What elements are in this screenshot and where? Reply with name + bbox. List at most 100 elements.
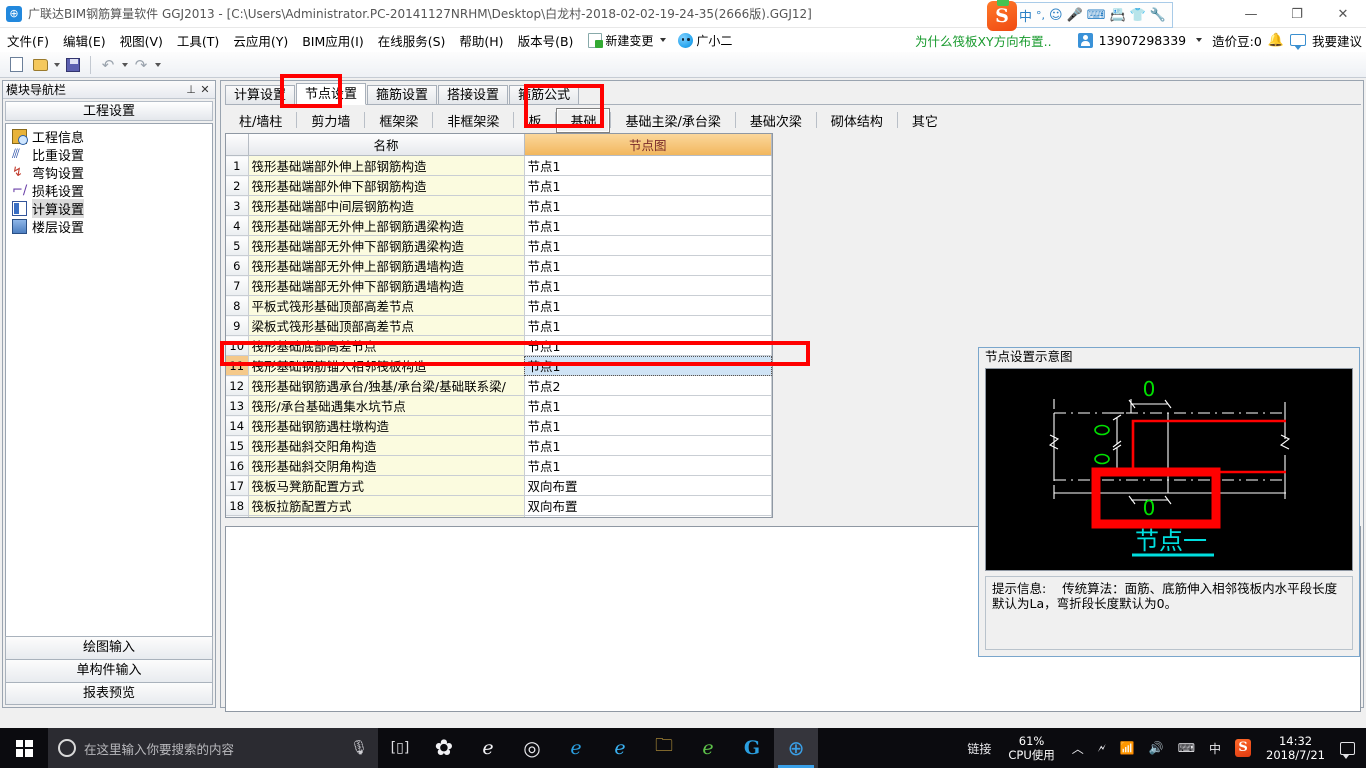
- menu-bim[interactable]: BIM应用(I): [295, 29, 371, 52]
- wifi-icon[interactable]: 📶: [1113, 741, 1142, 755]
- panel-close-icon[interactable]: ✕: [198, 83, 212, 96]
- taskbar-search-box[interactable]: 在这里输入你要搜索的内容 🎙: [48, 728, 378, 768]
- row-name[interactable]: 筏形基础端部无外伸上部钢筋遇梁构造: [248, 215, 525, 236]
- ime-microphone-icon[interactable]: 🎤: [1067, 8, 1083, 23]
- table-row[interactable]: 13 筏形/承台基础遇集水坑节点 节点1: [226, 395, 772, 416]
- row-node[interactable]: 节点1: [524, 255, 772, 276]
- menu-edit[interactable]: 编辑(E): [56, 29, 113, 52]
- row-name[interactable]: 筏形基础钢筋遇柱墩构造: [248, 415, 525, 436]
- green-browser-icon[interactable]: e: [686, 728, 730, 768]
- sidebar-item-floor-settings[interactable]: 楼层设置: [6, 217, 212, 236]
- row-node[interactable]: 节点1: [524, 275, 772, 296]
- table-row[interactable]: 8 平板式筏形基础顶部高差节点 节点1: [226, 295, 772, 316]
- tray-expand-chevron-up-icon[interactable]: ︿: [1065, 740, 1091, 757]
- table-row[interactable]: 17 筏板马凳筋配置方式 双向布置: [226, 475, 772, 496]
- tab-foundation-secondary-beam[interactable]: 基础次梁: [736, 108, 816, 133]
- node-settings-grid[interactable]: 名称 节点图 1 筏形基础端部外伸上部钢筋构造 节点1 2 筏形基础端部外伸下部钢筋构…: [225, 133, 773, 518]
- row-node[interactable]: 节点1: [524, 215, 772, 236]
- battery-icon[interactable]: 🗲: [1091, 741, 1113, 756]
- ime-keyboard-icon[interactable]: ⌨: [1087, 8, 1106, 23]
- menu-version[interactable]: 版本号(B): [511, 29, 581, 52]
- suggestion-label[interactable]: 我要建议: [1312, 31, 1362, 50]
- row-node[interactable]: 节点1: [524, 395, 772, 416]
- row-name[interactable]: 筏形基础端部无外伸下部钢筋遇墙构造: [248, 275, 525, 296]
- table-row[interactable]: 6 筏形基础端部无外伸上部钢筋遇墙构造 节点1: [226, 255, 772, 276]
- ime-punctuation-icon[interactable]: °,: [1036, 9, 1045, 22]
- volume-icon[interactable]: 🔊: [1142, 741, 1171, 755]
- row-node[interactable]: 节点1: [524, 235, 772, 256]
- new-change-group[interactable]: 新建变更: [588, 32, 670, 49]
- assistant-group[interactable]: 广小二: [678, 32, 732, 49]
- ie2-icon[interactable]: e: [598, 728, 642, 768]
- redo-chevron-down-icon[interactable]: [155, 62, 161, 67]
- spiral-app-icon[interactable]: ◎: [510, 728, 554, 768]
- tab-non-frame-beam[interactable]: 非框架梁: [433, 108, 513, 133]
- sidebar-item-hook[interactable]: ↯ 弯钩设置: [6, 163, 212, 182]
- row-name[interactable]: 筏形基础端部外伸上部钢筋构造: [248, 155, 525, 176]
- row-node[interactable]: 双向布置: [524, 475, 772, 496]
- tab-foundation-main-beam[interactable]: 基础主梁/承台梁: [611, 108, 734, 133]
- open-chevron-down-icon[interactable]: [54, 62, 60, 67]
- minimize-button[interactable]: —: [1228, 0, 1274, 28]
- table-row[interactable]: 10 筏形基础底部高差节点 节点1: [226, 335, 772, 356]
- row-name[interactable]: 筏形基础端部无外伸下部钢筋遇梁构造: [248, 235, 525, 256]
- search-input-placeholder[interactable]: 在这里输入你要搜索的内容: [84, 739, 342, 758]
- file-explorer-icon[interactable]: 🗀: [642, 728, 686, 768]
- row-node[interactable]: 节点1: [524, 335, 772, 356]
- row-node[interactable]: 节点1: [524, 295, 772, 316]
- row-name[interactable]: 筏形基础斜交阴角构造: [248, 455, 525, 476]
- action-center-icon[interactable]: [1333, 741, 1362, 759]
- row-node[interactable]: 节点1: [524, 435, 772, 456]
- sidebar-item-weight[interactable]: ⫻ 比重设置: [6, 145, 212, 164]
- sidebar-footer-report-preview[interactable]: 报表预览: [5, 682, 213, 705]
- g-app-icon[interactable]: G: [730, 728, 774, 768]
- close-button[interactable]: ✕: [1320, 0, 1366, 28]
- tab-lap-settings[interactable]: 搭接设置: [438, 85, 509, 105]
- menu-help[interactable]: 帮助(H): [452, 29, 510, 52]
- account-phone[interactable]: 13907298339: [1099, 33, 1186, 48]
- row-name[interactable]: 筏形基础端部中间层钢筋构造: [248, 195, 525, 216]
- tab-other[interactable]: 其它: [898, 108, 952, 133]
- row-name[interactable]: 承台底筋锚入防水底板构造: [248, 515, 525, 517]
- redo-button[interactable]: ↷: [130, 54, 152, 76]
- flower-app-icon[interactable]: ✿: [422, 728, 466, 768]
- open-file-button[interactable]: [29, 54, 51, 76]
- link-label[interactable]: 链接: [960, 740, 998, 757]
- row-node[interactable]: 节点1: [524, 515, 772, 517]
- ie-icon[interactable]: e: [554, 728, 598, 768]
- sidebar-footer-draw-input[interactable]: 绘图输入: [5, 636, 213, 659]
- row-node[interactable]: 双向布置: [524, 495, 772, 516]
- ime-screenshot-icon[interactable]: 📇: [1110, 8, 1126, 23]
- table-row[interactable]: 18 筏板拉筋配置方式 双向布置: [226, 495, 772, 516]
- row-name[interactable]: 筏形基础斜交阳角构造: [248, 435, 525, 456]
- row-node[interactable]: 节点1: [524, 195, 772, 216]
- row-name[interactable]: 筏形基础钢筋锚入相邻筏板构造: [248, 355, 525, 376]
- row-name[interactable]: 筏形基础钢筋遇承台/独基/承台梁/基础联系梁/: [248, 375, 525, 396]
- tab-column-wall-column[interactable]: 柱/墙柱: [225, 108, 296, 133]
- row-node[interactable]: 节点1: [524, 155, 772, 176]
- row-node-selected[interactable]: 节点1: [524, 355, 772, 376]
- row-node[interactable]: 节点1: [524, 175, 772, 196]
- table-row[interactable]: 5 筏形基础端部无外伸下部钢筋遇梁构造 节点1: [226, 235, 772, 256]
- chevron-down-icon[interactable]: [660, 38, 667, 42]
- row-name[interactable]: 筏形基础底部高差节点: [248, 335, 525, 356]
- row-node[interactable]: 节点1: [524, 455, 772, 476]
- sidebar-item-calc-settings[interactable]: 计算设置: [6, 198, 212, 218]
- tab-node-settings[interactable]: 节点设置: [296, 83, 367, 105]
- tab-stirrup-formula[interactable]: 箍筋公式: [509, 85, 580, 105]
- table-row[interactable]: 14 筏形基础钢筋遇柱墩构造 节点1: [226, 415, 772, 436]
- task-view-icon[interactable]: [▯]: [378, 728, 422, 768]
- table-row-selected[interactable]: 11 筏形基础钢筋锚入相邻筏板构造 节点1: [226, 355, 772, 376]
- row-name[interactable]: 筏形/承台基础遇集水坑节点: [248, 395, 525, 416]
- table-row[interactable]: 9 梁板式筏形基础顶部高差节点 节点1: [226, 315, 772, 336]
- table-row[interactable]: 3 筏形基础端部中间层钢筋构造 节点1: [226, 195, 772, 216]
- feedback-chat-icon[interactable]: [1289, 34, 1306, 50]
- ime-skin-icon[interactable]: 👕: [1130, 8, 1146, 23]
- row-node[interactable]: 节点2: [524, 375, 772, 396]
- table-row[interactable]: 1 筏形基础端部外伸上部钢筋构造 节点1: [226, 155, 772, 176]
- row-name[interactable]: 筏板拉筋配置方式: [248, 495, 525, 516]
- sidebar-item-loss[interactable]: ⌐∕ 损耗设置: [6, 181, 212, 200]
- table-row[interactable]: 2 筏形基础端部外伸下部钢筋构造 节点1: [226, 175, 772, 196]
- ime-emoji-icon[interactable]: ☺: [1049, 8, 1063, 23]
- account-chevron-down-icon[interactable]: [1196, 38, 1203, 42]
